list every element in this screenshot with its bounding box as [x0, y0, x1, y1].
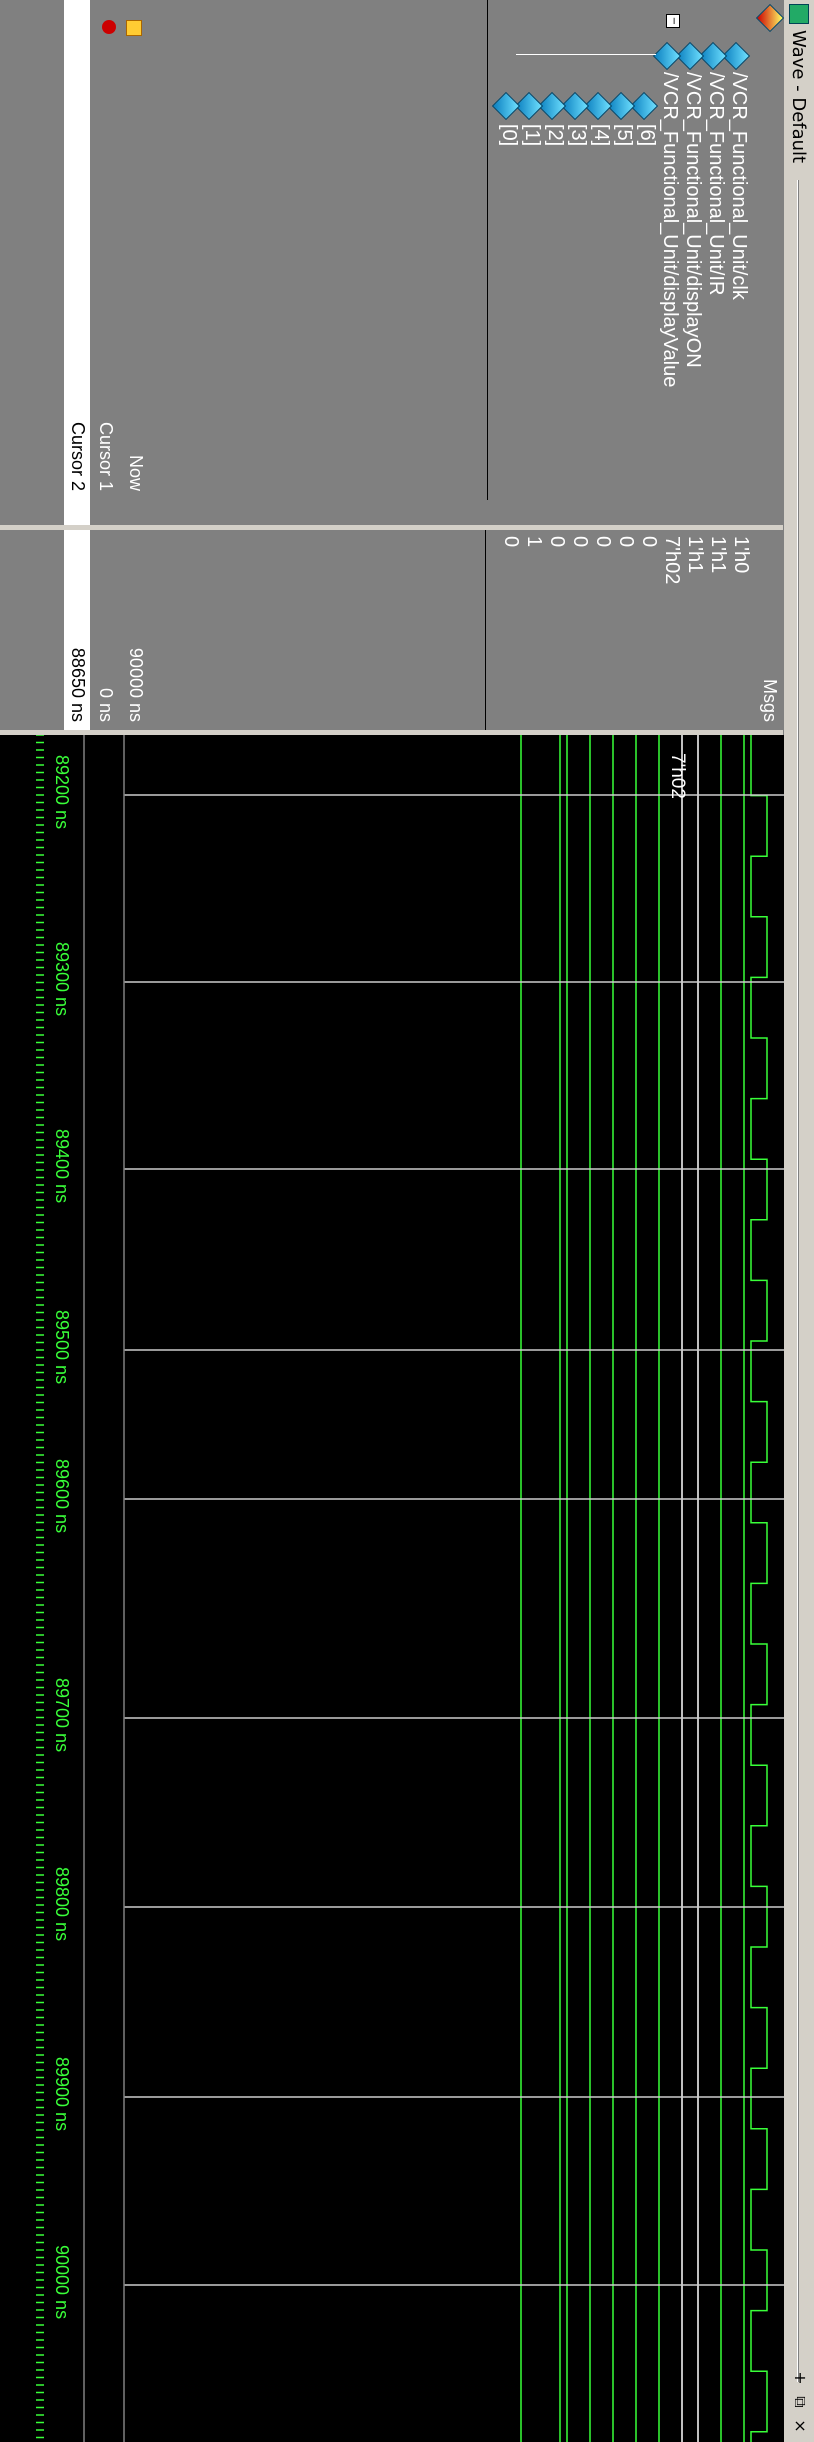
cursor2-time-row[interactable]: 88650 ns — [64, 530, 90, 730]
cursor2-time-value: 88650 ns — [68, 647, 88, 722]
bit-diamond-icon — [491, 91, 521, 121]
undock-icon[interactable]: ⧉ — [790, 2392, 810, 2412]
title-divider — [797, 180, 799, 2382]
remove-cursor-icon[interactable] — [102, 20, 116, 34]
time-tick-label: 90000 ns — [52, 2245, 72, 2320]
waveform-pane: 7'h02 89200 ns 89300 ns 89400 ns 89500 ns 89… — [0, 735, 784, 2442]
signal-row-bit4[interactable]: [4] — [589, 124, 612, 146]
msgs-label: Msgs — [760, 678, 780, 722]
signal-row-bit2[interactable]: [2] — [543, 124, 566, 146]
window-title: Wave - Default — [788, 30, 809, 164]
cursor1-label: Cursor 1 — [96, 421, 116, 491]
signal-row-displayvalue[interactable]: /VCR_Functional_Unit/displayValue — [658, 72, 681, 387]
waveform-canvas[interactable] — [0, 735, 784, 2442]
value-clk: 1'h0 — [730, 536, 752, 574]
signal-row-bit3[interactable]: [3] — [566, 124, 589, 146]
tree-line — [516, 54, 656, 55]
value-bit5: 0 — [615, 536, 637, 548]
cursor1-time-value: 0 ns — [96, 687, 116, 722]
msgs-header: Msgs — [754, 530, 784, 730]
value-bit3: 0 — [569, 536, 591, 548]
cursor2-row[interactable]: Cursor 2 — [64, 0, 90, 525]
time-tick-label: 89700 ns — [52, 1678, 72, 1753]
close-icon[interactable]: × — [790, 2416, 810, 2436]
wave-window: Wave - Default + ⧉ × /VCR_Functional_Uni… — [0, 0, 814, 2442]
divider-line — [487, 0, 488, 500]
time-tick-label: 89500 ns — [52, 1310, 72, 1385]
value-displayvalue: 7'h02 — [661, 536, 683, 585]
signal-row-clk[interactable]: /VCR_Functional_Unit/clk — [727, 72, 750, 300]
now-label: Now — [126, 454, 146, 491]
now-time-value: 90000 ns — [126, 647, 146, 722]
signal-row-bit1[interactable]: [1] — [520, 124, 543, 146]
value-bit2: 0 — [546, 536, 568, 548]
time-tick-label: 89200 ns — [52, 755, 72, 830]
time-tick-label: 89400 ns — [52, 1129, 72, 1204]
signal-row-bit5[interactable]: [5] — [612, 124, 635, 146]
signal-row-displayon[interactable]: /VCR_Functional_Unit/displayON — [681, 72, 704, 368]
signal-name-pane: /VCR_Functional_Unit/clk /VCR_Functional… — [0, 0, 784, 525]
signal-row-bit6[interactable]: [6] — [635, 124, 658, 146]
value-bit4: 0 — [592, 536, 614, 548]
wave-window-icon — [789, 4, 809, 24]
name-pane-toolbar — [755, 0, 784, 525]
value-bit6: 0 — [638, 536, 660, 548]
add-icon[interactable]: + — [790, 2368, 810, 2388]
signal-row-ir[interactable]: /VCR_Functional_Unit/IR — [704, 72, 727, 295]
divider-line — [485, 530, 486, 730]
value-pane: Msgs 1'h0 1'h1 1'h1 7'h02 0 0 0 0 0 1 0 … — [0, 530, 784, 730]
value-bit0: 0 — [500, 536, 522, 548]
clk-waveform — [750, 735, 768, 2442]
wave-tool-icon[interactable] — [755, 3, 784, 33]
title-bar: Wave - Default + ⧉ × — [783, 0, 814, 2442]
value-displayon: 1'h1 — [684, 536, 706, 574]
collapse-toggle-icon[interactable]: − — [666, 14, 680, 28]
value-ir: 1'h1 — [707, 536, 729, 574]
value-bit1: 1 — [523, 536, 545, 548]
time-tick-label: 89600 ns — [52, 1459, 72, 1534]
lock-icon[interactable] — [126, 20, 142, 36]
bus-value-label: 7'h02 — [667, 753, 688, 799]
bus-diamond-icon — [652, 41, 682, 71]
time-tick-label: 89900 ns — [52, 2057, 72, 2132]
cursor2-label: Cursor 2 — [68, 421, 88, 491]
time-tick-label: 89800 ns — [52, 1867, 72, 1942]
signal-list: /VCR_Functional_Unit/clk /VCR_Functional… — [286, 0, 756, 525]
cursor-section: Now Cursor 1 Cursor 2 — [0, 0, 286, 525]
signal-row-bit0[interactable]: [0] — [497, 124, 520, 146]
time-tick-label: 89300 ns — [52, 942, 72, 1017]
